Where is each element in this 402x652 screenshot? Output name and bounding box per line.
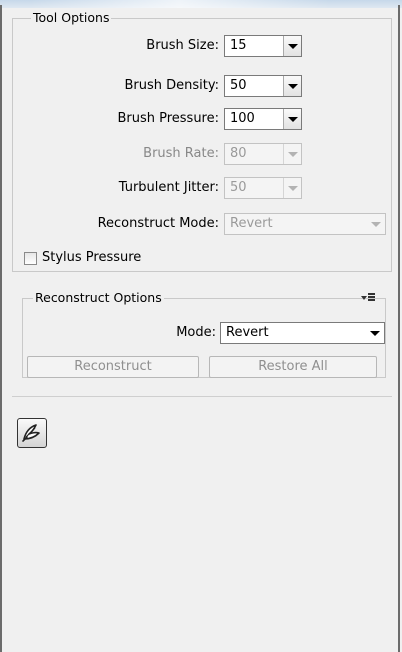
brush-rate-label: Brush Rate: — [143, 146, 219, 161]
panel-menu-icon[interactable] — [361, 292, 375, 302]
mode-dropdown-arrow-icon[interactable] — [366, 323, 384, 343]
brush-pressure-combo[interactable]: 100 — [224, 108, 302, 130]
mode-combo[interactable]: Revert — [220, 322, 385, 344]
reconstruct-mode-combo: Revert — [224, 213, 386, 235]
brush-pressure-value: 100 — [230, 111, 255, 126]
mode-value: Revert — [226, 325, 269, 340]
brush-rate-value: 80 — [230, 146, 247, 161]
restore-all-button[interactable]: Restore All — [209, 356, 377, 378]
reconstruct-options-title: Reconstruct Options — [33, 290, 164, 305]
brush-size-label: Brush Size: — [146, 38, 219, 53]
brush-rate-dropdown-arrow-icon — [283, 144, 301, 164]
reconstruct-button[interactable]: Reconstruct — [27, 356, 199, 378]
brush-density-label: Brush Density: — [124, 78, 219, 93]
turbulent-jitter-dropdown-arrow-icon — [283, 178, 301, 198]
stylus-pressure-checkbox[interactable] — [24, 252, 37, 265]
tool-options-title: Tool Options — [31, 10, 112, 25]
turbulent-jitter-combo: 50 — [224, 177, 302, 199]
brush-size-combo[interactable]: 15 — [224, 35, 302, 57]
brush-rate-combo: 80 — [224, 143, 302, 165]
stylus-pressure-label[interactable]: Stylus Pressure — [42, 250, 141, 265]
reconstruct-mode-value: Revert — [230, 216, 273, 231]
brush-pressure-dropdown-arrow-icon[interactable] — [283, 109, 301, 129]
reconstruct-mode-label: Reconstruct Mode: — [97, 216, 219, 231]
brush-size-value: 15 — [230, 38, 247, 53]
turbulent-jitter-label: Turbulent Jitter: — [118, 180, 219, 195]
turbulent-jitter-value: 50 — [230, 180, 247, 195]
reconstruct-tool-icon — [22, 424, 40, 442]
brush-density-value: 50 — [230, 78, 247, 93]
reconstruct-tool-button[interactable] — [17, 418, 47, 448]
brush-size-dropdown-arrow-icon[interactable] — [283, 36, 301, 56]
brush-density-dropdown-arrow-icon[interactable] — [283, 76, 301, 96]
brush-pressure-label: Brush Pressure: — [117, 111, 219, 126]
panel-separator — [12, 396, 392, 397]
reconstruct-mode-dropdown-arrow-icon — [367, 214, 385, 234]
brush-density-combo[interactable]: 50 — [224, 75, 302, 97]
mode-label: Mode: — [176, 325, 216, 340]
